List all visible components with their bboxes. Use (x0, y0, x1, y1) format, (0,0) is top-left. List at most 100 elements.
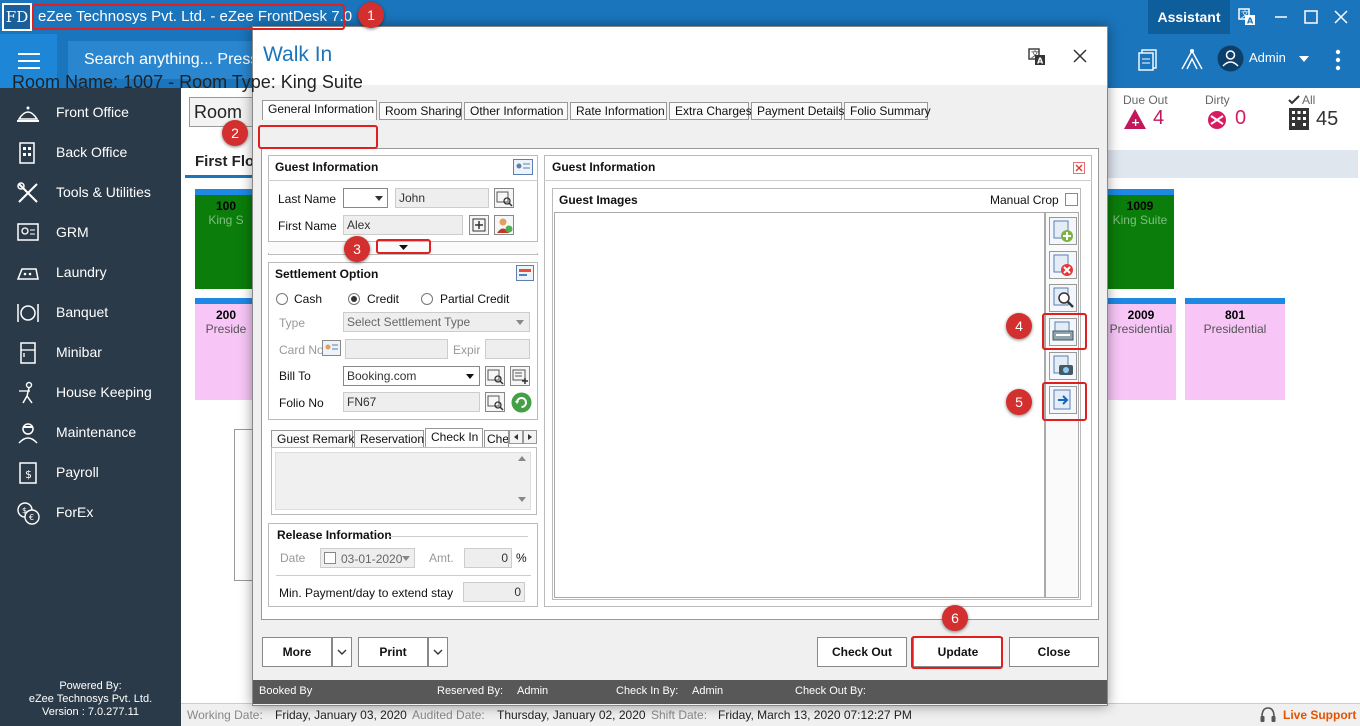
tab-payment-details[interactable]: Payment Details (751, 102, 844, 120)
sidebar-item-tools-utilities[interactable]: Tools & Utilities (0, 172, 181, 212)
folio-search-button[interactable] (485, 392, 505, 412)
add-guest-button[interactable] (469, 215, 489, 235)
sidebar-item-maintenance[interactable]: Maintenance (0, 412, 181, 452)
tab-guest-remark[interactable]: Guest Remark (271, 430, 354, 448)
room-card[interactable]: 100 King S (195, 189, 257, 289)
sidebar-item-payroll[interactable]: $ Payroll (0, 452, 181, 492)
cash-radio[interactable] (276, 293, 288, 305)
more-dropdown-button[interactable] (332, 637, 352, 667)
expiry-input[interactable] (485, 339, 530, 359)
all-stat[interactable]: All 45 (1288, 93, 1338, 131)
scroll-down-icon[interactable] (518, 497, 526, 502)
print-dropdown-button[interactable] (428, 637, 448, 667)
room-view-dropdown[interactable]: Room V (189, 97, 259, 127)
status-bar: Working Date: Friday, January 03, 2020 A… (181, 703, 1360, 726)
user-name[interactable]: Admin (1249, 50, 1286, 65)
scroll-right-icon[interactable] (523, 430, 537, 444)
bill-to-select[interactable]: Booking.com (343, 366, 480, 386)
sidebar-item-house-keeping[interactable]: House Keeping (0, 372, 181, 412)
sidebar-item-minibar[interactable]: Minibar (0, 332, 181, 372)
guest-image-area[interactable] (554, 212, 1045, 598)
salutation-select[interactable] (343, 188, 388, 208)
tab-folio-summary[interactable]: Folio Summary (844, 102, 931, 120)
settlement-option-title: Settlement Option (275, 267, 379, 281)
manual-crop-checkbox[interactable] (1065, 193, 1078, 206)
translate-icon[interactable]: 文A (1028, 48, 1046, 66)
sidebar-item-laundry[interactable]: Laundry (0, 252, 181, 292)
housekeeping-status-icon[interactable] (1180, 47, 1204, 71)
tab-check-in-remark[interactable]: Check In (425, 428, 483, 448)
room-card[interactable]: 1009 King Suite (1106, 189, 1174, 289)
bill-to-search-button[interactable] (485, 366, 505, 386)
sidebar-item-banquet[interactable]: Banquet (0, 292, 181, 332)
release-date-picker[interactable]: 03-01-2020 (320, 548, 415, 568)
partial-credit-radio[interactable] (421, 293, 433, 305)
capture-image-icon[interactable] (1049, 352, 1077, 380)
room-card[interactable]: 200 Preside (195, 298, 257, 400)
due-out-icon: + (1123, 108, 1147, 130)
print-button[interactable]: Print (358, 637, 428, 667)
settlement-card-icon[interactable] (516, 265, 534, 281)
more-options-icon[interactable] (1335, 49, 1341, 71)
sidebar-item-label: GRM (56, 224, 89, 240)
bill-to-add-button[interactable] (510, 366, 530, 386)
panel-close-icon[interactable] (1073, 162, 1085, 174)
tab-extra-charges[interactable]: Extra Charges (669, 102, 752, 120)
minimize-icon[interactable] (1264, 0, 1298, 34)
shift-date-label: Shift Date: (651, 708, 708, 722)
close-icon[interactable] (1324, 0, 1358, 34)
forex-icon: $ € (16, 501, 40, 525)
user-avatar-icon[interactable] (1217, 45, 1244, 72)
maximize-icon[interactable] (1294, 0, 1328, 34)
card-reader-icon[interactable] (322, 340, 341, 356)
dialog-close-icon[interactable] (1073, 49, 1087, 63)
release-date-label: Date (280, 551, 306, 565)
check-out-button[interactable]: Check Out (817, 637, 907, 667)
room-card[interactable]: 2009 Presidential (1106, 298, 1176, 400)
tab-rate-information[interactable]: Rate Information (570, 102, 667, 120)
release-date-checkbox[interactable] (324, 552, 336, 564)
card-number-input[interactable] (345, 339, 448, 359)
guest-card-icon[interactable] (513, 159, 533, 175)
room-heading: Room Name: 1007 - Room Type: King Suite (12, 72, 363, 92)
tab-reservation-remark[interactable]: Reservation (354, 430, 424, 448)
refresh-icon[interactable] (511, 392, 532, 413)
view-image-icon[interactable] (1049, 284, 1077, 312)
tab-other-information[interactable]: Other Information (464, 102, 568, 120)
tab-check-out-remark[interactable]: Che (484, 430, 509, 448)
live-support-link[interactable]: Live Support (1283, 708, 1356, 722)
guest-search-button[interactable] (494, 188, 514, 208)
release-amount-input[interactable]: 0 (464, 548, 512, 568)
check-in-by-value: Admin (692, 685, 724, 697)
sidebar-item-forex[interactable]: $ € ForEx (0, 492, 181, 532)
assistant-button[interactable]: Assistant (1148, 0, 1230, 34)
headset-icon[interactable] (1259, 706, 1277, 724)
delete-image-icon[interactable] (1049, 251, 1077, 279)
credit-radio[interactable] (348, 293, 360, 305)
tab-general-information[interactable]: General Information (262, 100, 377, 120)
due-out-stat[interactable]: Due Out + 4 (1123, 93, 1168, 130)
user-dropdown-icon[interactable] (1298, 55, 1310, 63)
floor-tab-first-floor[interactable]: First Flo (185, 150, 255, 178)
sidebar-item-front-office[interactable]: Front Office (0, 92, 181, 132)
room-card[interactable]: 801 Presidential (1185, 298, 1285, 400)
close-button[interactable]: Close (1009, 637, 1099, 667)
more-button[interactable]: More (262, 637, 332, 667)
min-payment-input[interactable]: 0 (463, 582, 525, 602)
dirty-stat[interactable]: Dirty 0 (1205, 93, 1246, 130)
first-name-input[interactable]: Alex (343, 215, 463, 235)
sidebar-item-grm[interactable]: GRM (0, 212, 181, 252)
notes-icon[interactable] (1138, 49, 1158, 71)
add-image-icon[interactable] (1049, 217, 1077, 245)
powered-by: Powered By: eZee Technosys Pvt. Ltd. Ver… (0, 680, 181, 719)
scroll-up-icon[interactable] (518, 456, 526, 461)
sidebar-item-back-office[interactable]: Back Office (0, 132, 181, 172)
settlement-type-select[interactable]: Select Settlement Type (343, 312, 530, 332)
tab-room-sharing[interactable]: Room Sharing (379, 102, 462, 120)
last-name-input[interactable]: John (395, 188, 489, 208)
translate-icon[interactable]: 文A (1230, 0, 1264, 34)
folio-no-input[interactable]: FN67 (343, 392, 480, 412)
guest-profile-button[interactable] (494, 215, 514, 235)
scroll-left-icon[interactable] (509, 430, 523, 444)
remark-textarea[interactable] (275, 452, 531, 510)
